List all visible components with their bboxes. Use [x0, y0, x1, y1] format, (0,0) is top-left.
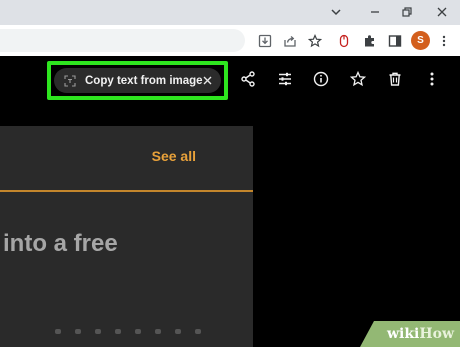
image-headline: into a free — [3, 230, 118, 257]
puzzle-icon[interactable] — [360, 31, 380, 51]
more-vert-icon[interactable] — [434, 31, 454, 51]
chevron-down-icon[interactable] — [326, 3, 346, 21]
star-icon[interactable] — [347, 68, 369, 90]
share-icon[interactable] — [280, 31, 300, 51]
copy-text-from-image-button[interactable]: Copy text from image — [54, 68, 221, 93]
share-icon[interactable] — [237, 68, 259, 90]
tune-icon[interactable] — [274, 68, 296, 90]
highlight-box: Copy text from image — [47, 61, 228, 100]
image-faint-text — [55, 329, 235, 337]
browser-titlebar — [0, 0, 460, 25]
image-divider — [0, 190, 253, 192]
watermark-how: How — [419, 326, 454, 342]
address-bar[interactable] — [0, 29, 245, 52]
minimize-icon[interactable] — [365, 3, 385, 21]
close-icon[interactable] — [432, 3, 452, 21]
profile-avatar[interactable]: S — [411, 31, 430, 50]
see-all-link: See all — [151, 148, 196, 164]
more-vert-icon[interactable] — [421, 68, 443, 90]
image-viewer: Copy text from image See all into a free — [0, 56, 460, 347]
extension-mouse-icon[interactable] — [334, 31, 354, 51]
info-icon[interactable] — [310, 68, 332, 90]
trash-icon[interactable] — [384, 68, 406, 90]
viewer-toolbar: Copy text from image — [0, 56, 460, 104]
browser-toolbar: S — [0, 25, 460, 56]
star-icon[interactable] — [305, 31, 325, 51]
displayed-image: See all into a free — [0, 126, 253, 347]
watermark-wiki: wiki — [386, 326, 420, 342]
wikihow-watermark: wikiHow — [360, 321, 460, 347]
copy-text-label: Copy text from image — [85, 74, 203, 87]
viewer-background — [253, 126, 460, 347]
text-scan-icon — [64, 74, 76, 88]
close-icon[interactable] — [203, 74, 213, 88]
download-icon[interactable] — [255, 31, 275, 51]
sidepanel-icon[interactable] — [385, 31, 405, 51]
restore-icon[interactable] — [397, 3, 417, 21]
